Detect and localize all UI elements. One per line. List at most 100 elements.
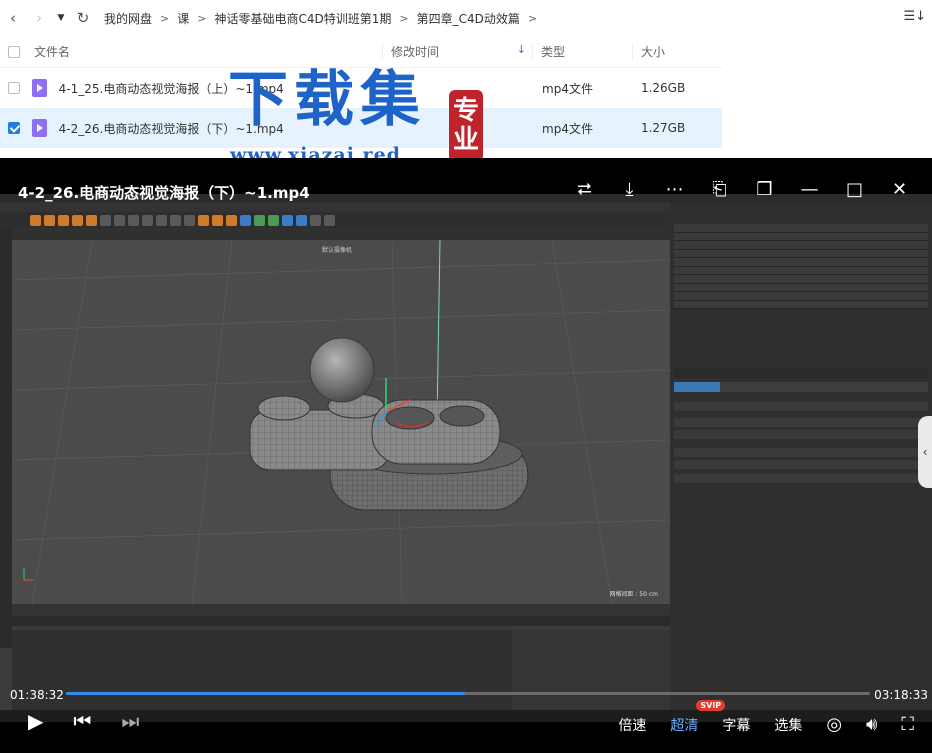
breadcrumb-item[interactable]: 课	[177, 10, 189, 27]
breadcrumb-item[interactable]: 我的网盘	[104, 10, 152, 27]
quality-button[interactable]: 超清 SVIP	[670, 700, 726, 735]
object-row	[674, 283, 928, 292]
file-list-header: 文件名 修改时间 ↓ 类型 大小	[0, 36, 722, 68]
object-row	[674, 258, 928, 267]
c4d-menubar	[0, 202, 670, 212]
object-row	[674, 241, 928, 250]
pin-window-icon[interactable]: ❒	[742, 176, 787, 202]
breadcrumb-item[interactable]: 第四章_C4D动效篇	[417, 10, 520, 27]
attribute-row	[674, 460, 928, 469]
watermark-seal: 专 业	[449, 90, 483, 162]
viewport-camera-label: 默认摄像机	[322, 247, 353, 254]
c4d-left-toolbar	[0, 228, 12, 648]
chevron-right-icon: >	[160, 11, 170, 25]
chevron-right-icon: >	[197, 11, 207, 25]
back-button[interactable]: ‹	[0, 0, 26, 36]
object-row	[674, 292, 928, 301]
chevron-right-icon: >	[399, 11, 409, 25]
close-icon[interactable]: ✕	[877, 176, 922, 202]
file-size: 1.26GB	[640, 81, 686, 95]
column-size[interactable]: 大小	[632, 43, 722, 60]
breadcrumb-item[interactable]: 神话零基础电商C4D特训班第1期	[214, 10, 391, 27]
object-row	[674, 249, 928, 258]
file-size: 1.27GB	[640, 121, 686, 135]
file-type: mp4文件	[542, 121, 593, 136]
caret-down-icon: ▼	[57, 13, 65, 23]
attribute-row	[674, 418, 928, 427]
screenshot-icon[interactable]: ⎗	[697, 176, 742, 202]
object-row	[674, 224, 928, 233]
quality-label: 超清	[670, 718, 699, 734]
object-row	[674, 300, 928, 309]
attribute-row	[674, 448, 928, 457]
previous-icon[interactable]: ⏮	[73, 711, 91, 731]
column-name[interactable]: 文件名	[28, 43, 382, 60]
current-time: 01:38:32	[10, 688, 64, 702]
volume-icon[interactable]: 🔊︎	[866, 716, 877, 734]
file-type: mp4文件	[542, 81, 593, 96]
player-top-tools: ⮂ ⤓ ⋯ ⎗ ❒ — □ ✕	[562, 176, 922, 202]
refresh-button[interactable]: ↻	[70, 0, 96, 36]
attribute-tab-active	[674, 382, 720, 392]
video-file-icon	[31, 79, 47, 97]
share-icon[interactable]: ⮂	[562, 176, 607, 202]
progress-bar[interactable]	[66, 692, 870, 695]
player-options: 倍速 超清 SVIP 字幕 选集 ◎ 🔊︎ ⛶	[618, 700, 914, 735]
breadcrumb: 我的网盘 > 课 > 神话零基础电商C4D特训班第1期 > 第四章_C4D动效篇…	[104, 10, 545, 27]
progress-fill	[66, 692, 465, 695]
select-all-checkbox[interactable]	[8, 45, 20, 58]
attribute-manager-header	[674, 368, 928, 378]
column-modified-label: 修改时间	[391, 45, 440, 59]
viewport-menubar	[12, 228, 670, 240]
seal-char: 专	[452, 96, 479, 127]
c4d-playback-bar	[12, 616, 670, 626]
forward-button[interactable]: ›	[26, 0, 52, 36]
column-type[interactable]: 类型	[532, 43, 632, 60]
viewport-scene	[12, 240, 670, 604]
file-checkbox[interactable]	[7, 82, 20, 94]
c4d-toolbar	[0, 212, 670, 228]
svip-badge: SVIP	[696, 700, 726, 711]
video-frame[interactable]: 默认摄像机 网格间距 : 50 cm	[0, 194, 932, 722]
play-icon[interactable]: ▶	[28, 711, 43, 731]
sort-list-icon[interactable]: ☰↓	[903, 9, 926, 24]
attribute-row	[674, 430, 928, 439]
download-icon[interactable]: ⤓	[607, 176, 652, 202]
subtitle-button[interactable]: 字幕	[722, 715, 750, 735]
attribute-row	[674, 474, 928, 483]
video-player[interactable]: 默认摄像机 网格间距 : 50 cm 4-2_26.电商动态视觉海报（下）~1.…	[0, 158, 932, 753]
c4d-material-manager	[12, 630, 512, 710]
object-row	[674, 275, 928, 284]
object-row	[674, 266, 928, 275]
video-file-icon	[31, 119, 47, 137]
c4d-viewport: 默认摄像机 网格间距 : 50 cm	[12, 240, 670, 604]
file-checkbox[interactable]	[7, 122, 20, 134]
minimize-icon[interactable]: —	[787, 176, 832, 202]
history-dropdown[interactable]: ▼	[52, 0, 70, 36]
chevron-right-icon: ›	[36, 9, 42, 27]
settings-icon[interactable]: ◎	[826, 716, 842, 734]
episodes-button[interactable]: 选集	[774, 715, 802, 735]
c4d-timeline	[12, 604, 670, 616]
seal-char: 业	[452, 125, 479, 155]
sort-down-icon: ↓	[516, 43, 526, 56]
collapse-panel-icon[interactable]: ‹	[918, 416, 932, 488]
object-row	[674, 232, 928, 241]
viewport-grid-label: 网格间距 : 50 cm	[609, 591, 658, 598]
c4d-object-manager	[670, 202, 932, 712]
watermark-logo: 下载集	[228, 65, 426, 135]
chevron-left-icon: ‹	[10, 9, 16, 27]
maximize-icon[interactable]: □	[832, 176, 877, 202]
speed-button[interactable]: 倍速	[618, 715, 646, 735]
more-icon[interactable]: ⋯	[652, 176, 697, 202]
c4d-coordinates-panel	[512, 630, 670, 710]
refresh-icon: ↻	[76, 9, 90, 27]
fullscreen-icon[interactable]: ⛶	[901, 716, 914, 734]
chevron-right-icon: >	[527, 11, 538, 25]
column-modified[interactable]: 修改时间 ↓	[382, 43, 532, 60]
video-title: 4-2_26.电商动态视觉海报（下）~1.mp4	[18, 184, 310, 202]
attribute-row	[674, 402, 928, 411]
playback-controls: ▶ ⏮ ⏭	[28, 711, 139, 731]
next-icon[interactable]: ⏭	[121, 711, 139, 731]
duration: 03:18:33	[874, 688, 928, 702]
